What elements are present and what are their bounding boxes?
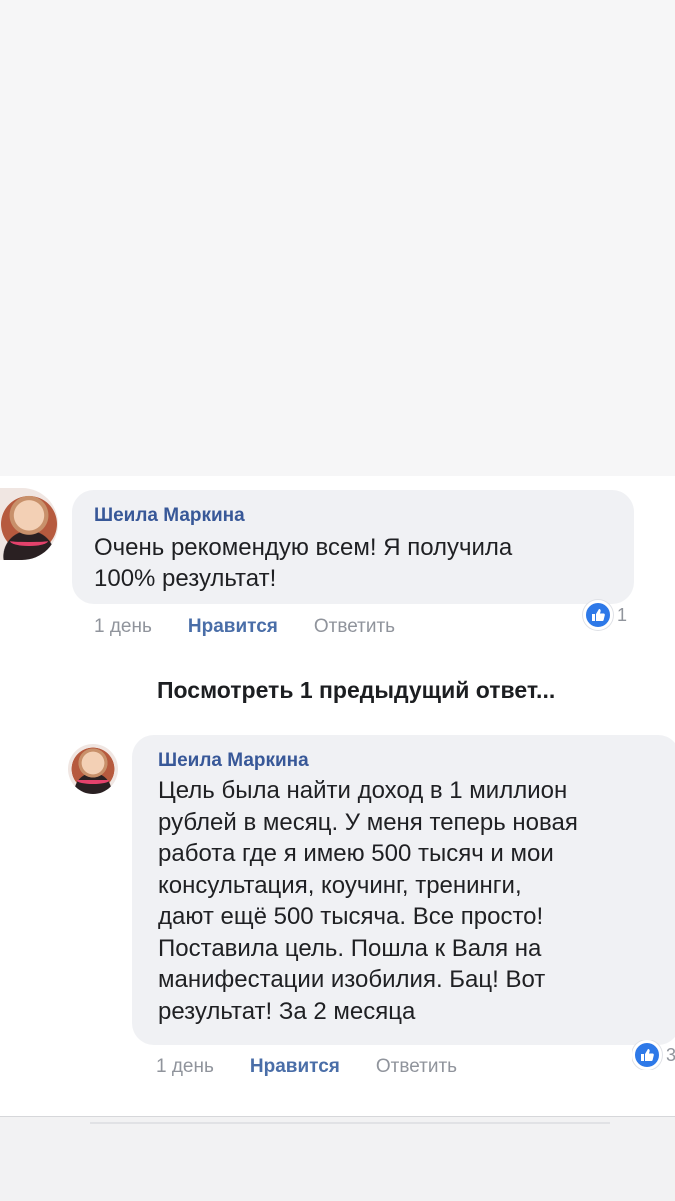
avatar-necklace (77, 777, 109, 784)
reaction-count: 1 (617, 604, 628, 625)
reply-button[interactable]: Ответить (314, 616, 395, 638)
like-button[interactable]: Нравится (188, 616, 278, 638)
divider (90, 1122, 610, 1124)
comment-text: Очень рекомендую всем! Я получила 100% р… (94, 534, 513, 592)
comment-text: Цель была найти доход в 1 миллион рублей… (158, 777, 578, 1025)
thumbs-up-icon (583, 600, 613, 630)
reply-button[interactable]: Ответить (376, 1056, 457, 1078)
reaction-count: 3 (666, 1044, 675, 1065)
comment-actions: 1 день Нравится Ответить (156, 1056, 457, 1078)
comment-actions: 1 день Нравится Ответить (94, 616, 395, 638)
comment-author[interactable]: Шеила Маркина (158, 749, 656, 773)
comment-author[interactable]: Шеила Маркина (94, 504, 612, 528)
like-button[interactable]: Нравится (250, 1056, 340, 1078)
reply-bubble: Шеила Маркина Цель была найти доход в 1 … (132, 735, 675, 1045)
view-previous-replies-link[interactable]: Посмотреть 1 предыдущий ответ... (157, 677, 555, 704)
blank-top-area (0, 0, 675, 476)
comment-timestamp[interactable]: 1 день (156, 1056, 214, 1078)
avatar-necklace (10, 536, 48, 546)
reaction-summary[interactable]: 3 (632, 1040, 675, 1070)
comment-timestamp[interactable]: 1 день (94, 616, 152, 638)
reaction-summary[interactable]: 1 (583, 600, 627, 630)
blank-bottom-area (0, 1116, 675, 1201)
comment-bubble: Шеила Маркина Очень рекомендую всем! Я п… (72, 490, 634, 604)
avatar[interactable] (68, 744, 118, 794)
thumbs-up-icon (632, 1040, 662, 1070)
